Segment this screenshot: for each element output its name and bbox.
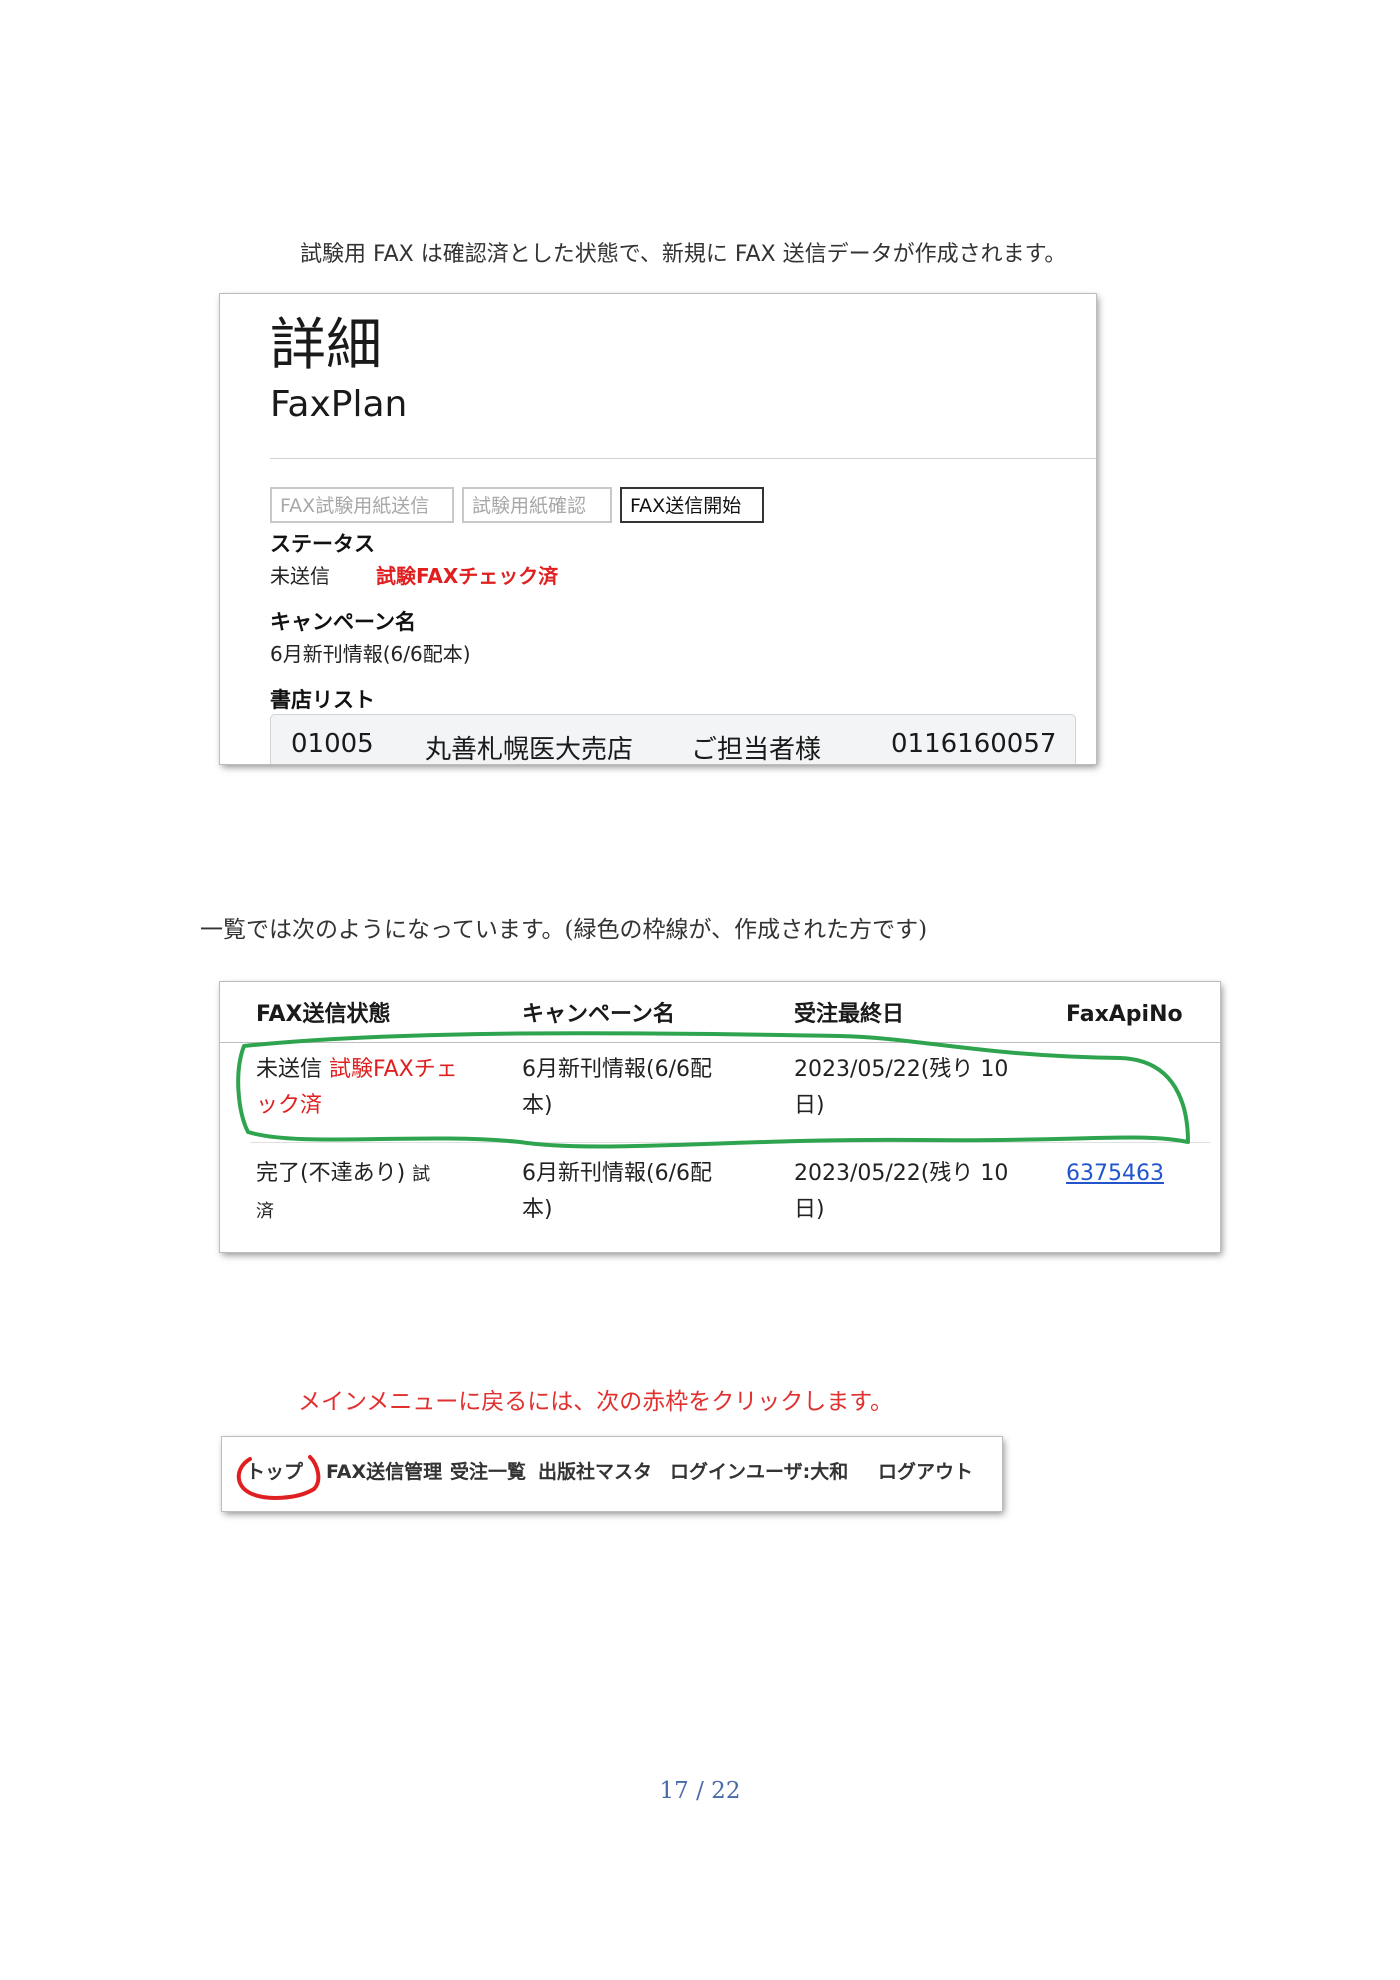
fax-test-send-button[interactable]: FAX試験用紙送信 <box>270 487 454 523</box>
store-contact: ご担当者様 <box>691 735 822 764</box>
campaign-label: キャンペーン名 <box>270 610 416 634</box>
store-list-label: 書店リスト <box>270 688 375 712</box>
navbar-screenshot: トップ FAX送信管理 受注一覧 出版社マスタ ログインユーザ:大和 ログアウト <box>222 1437 1002 1511</box>
divider <box>270 458 1096 459</box>
fax-send-start-button[interactable]: FAX送信開始 <box>620 487 764 523</box>
status-value: 未送信 <box>270 564 330 588</box>
page-subtitle: FaxPlan <box>270 384 408 425</box>
status-label: ステータス <box>270 532 375 556</box>
red-highlight-outline <box>236 1455 321 1500</box>
nav-fax-management[interactable]: FAX送信管理 <box>326 1457 442 1484</box>
nav-logout[interactable]: ログアウト <box>878 1457 973 1484</box>
store-list-row: 01005 丸善札幌医大売店 ご担当者様 0116160057 <box>270 714 1076 764</box>
store-name: 丸善札幌医大売店 <box>425 735 634 764</box>
list-paragraph: 一覧では次のようになっています。(緑色の枠線が、作成された方です) <box>200 917 928 943</box>
campaign-value: 6月新刊情報(6/6配本) <box>270 642 471 666</box>
intro-paragraph: 試験用 FAX は確認済とした状態で、新規に FAX 送信データが作成されます。 <box>300 242 1067 267</box>
nav-publisher-master[interactable]: 出版社マスタ <box>538 1457 652 1484</box>
test-paper-confirm-button[interactable]: 試験用紙確認 <box>462 487 612 523</box>
store-code: 01005 <box>291 729 374 759</box>
navigation-paragraph: メインメニューに戻るには、次の赤枠をクリックします。 <box>298 1389 894 1415</box>
nav-login-user: ログインユーザ:大和 <box>670 1461 849 1483</box>
green-highlight-outline <box>236 1031 1190 1149</box>
status-flag: 試験FAXチェック済 <box>376 564 559 588</box>
nav-order-list[interactable]: 受注一覧 <box>450 1457 526 1484</box>
detail-screenshot: 詳細 FaxPlan FAX試験用紙送信 試験用紙確認 FAX送信開始 ステータ… <box>220 294 1096 764</box>
page-title: 詳細 <box>270 313 382 378</box>
list-screenshot: FAX送信状態 キャンペーン名 受注最終日 FaxApiNo 未送信 試験FAX… <box>220 982 1220 1252</box>
page-number: 17 / 22 <box>659 1778 741 1804</box>
store-fax: 0116160057 <box>891 729 1057 759</box>
